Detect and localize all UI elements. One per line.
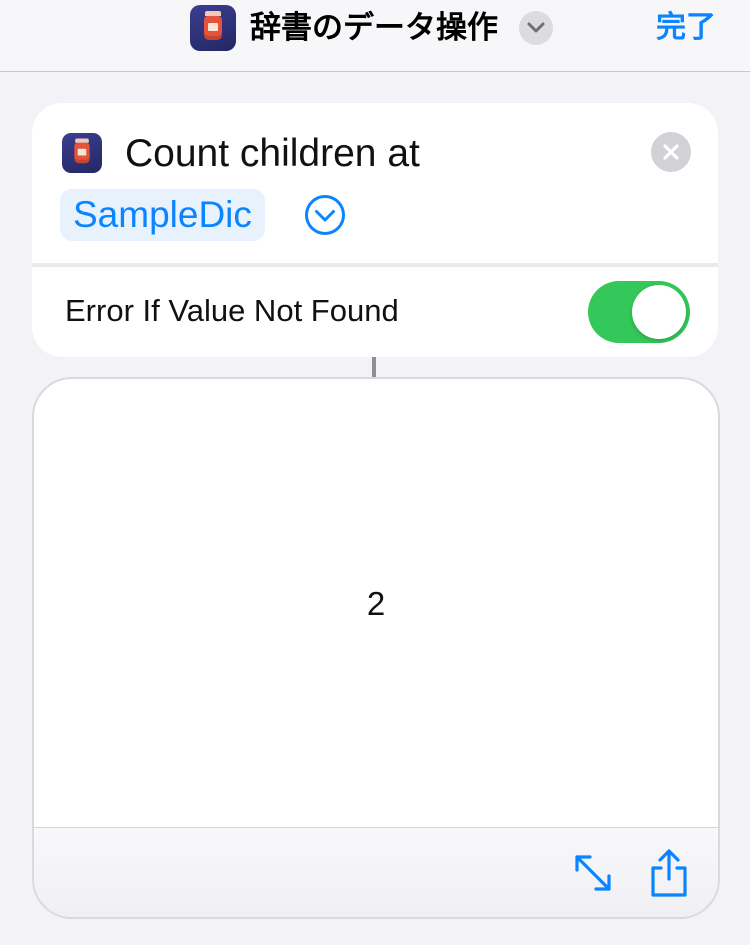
close-button[interactable]: [651, 132, 691, 172]
jar-icon: [62, 133, 102, 173]
action-connector: [372, 357, 376, 377]
chevron-down-icon[interactable]: [519, 11, 553, 45]
toggle-knob: [632, 285, 686, 339]
variable-token[interactable]: SampleDic: [60, 189, 265, 241]
result-preview: 2: [32, 377, 720, 919]
share-icon: [651, 849, 687, 897]
error-if-not-found-toggle[interactable]: [588, 281, 690, 343]
expand-options-button[interactable]: [304, 194, 346, 236]
result-toolbar: [34, 827, 718, 917]
jar-icon: [190, 5, 236, 51]
done-button[interactable]: 完了: [656, 10, 716, 46]
close-icon: [663, 144, 679, 160]
navigation-bar: 辞書のデータ操作 完了: [0, 0, 750, 72]
expand-arrows-icon: [575, 855, 611, 891]
fullscreen-button[interactable]: [570, 850, 616, 896]
shortcut-title[interactable]: 辞書のデータ操作: [250, 10, 498, 46]
divider: [32, 263, 718, 267]
chevron-down-circle-icon: [305, 195, 345, 235]
action-title: Count children at: [125, 132, 420, 175]
action-card: Count children at SampleDic Error If Val…: [32, 103, 718, 357]
result-value: 2: [366, 585, 386, 622]
parameter-label: Error If Value Not Found: [65, 293, 399, 328]
share-button[interactable]: [646, 848, 692, 898]
